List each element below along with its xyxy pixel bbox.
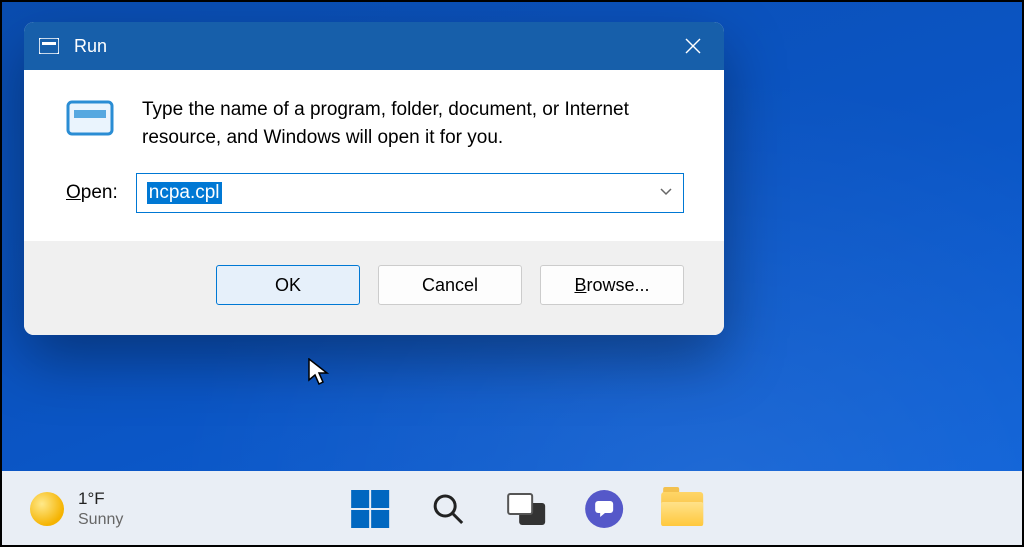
open-combobox[interactable]: ncpa.cpl: [136, 173, 684, 213]
titlebar[interactable]: Run: [24, 22, 724, 70]
search-button[interactable]: [427, 488, 469, 530]
weather-temperature: 1°F: [78, 489, 123, 509]
open-label: Open:: [66, 182, 118, 204]
dialog-title: Run: [74, 36, 107, 57]
task-view-icon: [507, 493, 545, 525]
chat-icon: [585, 490, 623, 528]
weather-widget[interactable]: 1°F Sunny: [30, 489, 123, 529]
windows-logo-icon: [351, 490, 389, 528]
dialog-description: Type the name of a program, folder, docu…: [142, 96, 684, 151]
weather-sunny-icon: [30, 492, 64, 526]
start-button[interactable]: [349, 488, 391, 530]
weather-condition: Sunny: [78, 510, 123, 529]
close-button[interactable]: [670, 22, 716, 70]
open-row: Open: ncpa.cpl: [24, 169, 724, 241]
chevron-down-icon[interactable]: [659, 184, 673, 202]
task-view-button[interactable]: [505, 488, 547, 530]
taskbar-center: [349, 488, 703, 530]
dialog-body: Type the name of a program, folder, docu…: [24, 70, 724, 169]
run-titlebar-icon: [38, 35, 60, 57]
ok-button[interactable]: OK: [216, 265, 360, 305]
file-explorer-button[interactable]: [661, 488, 703, 530]
button-row: OK Cancel Browse...: [24, 241, 724, 335]
run-dialog: Run Type the name of a program, folder, …: [24, 22, 724, 335]
run-icon: [66, 96, 114, 151]
chat-button[interactable]: [583, 488, 625, 530]
weather-text: 1°F Sunny: [78, 489, 123, 529]
taskbar: 1°F Sunny: [0, 471, 1024, 547]
open-input-value[interactable]: ncpa.cpl: [147, 182, 222, 204]
folder-icon: [661, 492, 703, 526]
cancel-button[interactable]: Cancel: [378, 265, 522, 305]
browse-button[interactable]: Browse...: [540, 265, 684, 305]
